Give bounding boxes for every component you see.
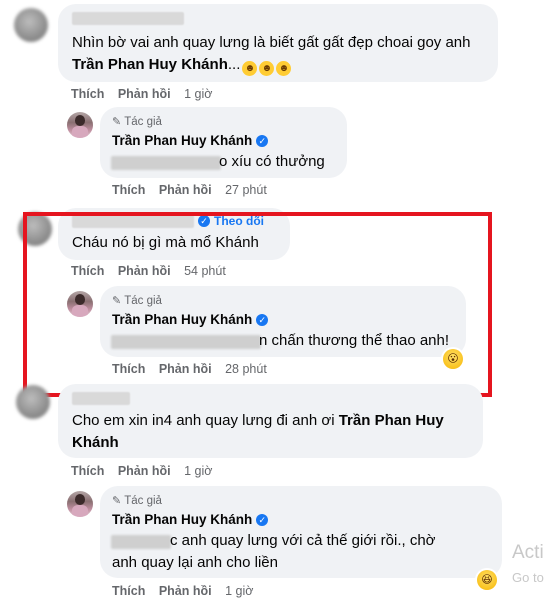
reply-text-line2: anh quay lại anh cho liền bbox=[112, 554, 278, 571]
commenter-name-redacted bbox=[72, 392, 130, 405]
comment-text: Nhìn bờ vai anh quay lưng là biết gất gấ… bbox=[72, 34, 471, 51]
author-avatar[interactable] bbox=[67, 112, 93, 138]
activation-watermark: Acti bbox=[512, 542, 544, 563]
verified-badge-icon: ✓ bbox=[256, 514, 269, 526]
reply-button[interactable]: Phản hồi bbox=[118, 87, 171, 101]
highlight-box bbox=[23, 212, 492, 397]
reply-button[interactable]: Phản hồi bbox=[159, 584, 212, 598]
author-badge: ✎ Tác giả bbox=[112, 495, 162, 507]
commenter-name-redacted bbox=[72, 12, 184, 25]
reply-timestamp[interactable]: 27 phút bbox=[225, 183, 267, 197]
grin-emoji-icon: ☻ bbox=[259, 61, 275, 76]
like-button[interactable]: Thích bbox=[71, 464, 104, 478]
comment-actions: Thích Phản hồi 1 giờ bbox=[71, 87, 212, 101]
reply-actions: Thích Phản hồi 1 giờ bbox=[112, 584, 253, 598]
mention-link[interactable]: Trần Phan Huy bbox=[339, 412, 444, 429]
comment-actions: Thích Phản hồi 1 giờ bbox=[71, 464, 212, 478]
verified-badge-icon: ✓ bbox=[256, 135, 269, 147]
comment-text: Cho em xin in4 anh quay lưng đi anh ơi T… bbox=[72, 412, 444, 429]
author-avatar[interactable] bbox=[67, 491, 93, 517]
grin-emoji-icon: ☻ bbox=[242, 61, 258, 76]
reply-button[interactable]: Phản hồi bbox=[118, 464, 171, 478]
comment-text-line2: Trần Phan Huy Khánh... ☻ ☻ ☻ bbox=[72, 54, 292, 76]
reply-text: c anh quay lưng với cả thế giới rồi., ch… bbox=[170, 532, 436, 549]
like-button[interactable]: Thích bbox=[112, 584, 145, 598]
haha-emoji-icon: 😆 bbox=[477, 570, 497, 590]
commenter-avatar[interactable] bbox=[16, 385, 50, 419]
redacted-text bbox=[111, 156, 221, 170]
like-button[interactable]: Thích bbox=[71, 87, 104, 101]
grin-emoji-icon: ☻ bbox=[276, 61, 292, 76]
reply-text: o xíu có thưởng bbox=[219, 153, 325, 170]
author-badge: ✎ Tác giả bbox=[112, 116, 162, 128]
pencil-icon: ✎ bbox=[112, 495, 122, 507]
mention-link[interactable]: Trần Phan Huy Khánh bbox=[72, 56, 228, 73]
reply-actions: Thích Phản hồi 27 phút bbox=[112, 183, 267, 197]
activation-watermark-sub: Go to bbox=[512, 570, 544, 585]
reply-button[interactable]: Phản hồi bbox=[159, 183, 212, 197]
comment-timestamp[interactable]: 1 giờ bbox=[184, 464, 212, 478]
comment-timestamp[interactable]: 1 giờ bbox=[184, 87, 212, 101]
commenter-avatar[interactable] bbox=[14, 8, 48, 42]
reply-timestamp[interactable]: 1 giờ bbox=[225, 584, 253, 598]
author-name[interactable]: Trần Phan Huy Khánh ✓ bbox=[112, 133, 269, 148]
pencil-icon: ✎ bbox=[112, 116, 122, 128]
like-button[interactable]: Thích bbox=[112, 183, 145, 197]
redacted-text bbox=[111, 535, 171, 549]
author-name[interactable]: Trần Phan Huy Khánh ✓ bbox=[112, 512, 269, 527]
mention-link-line2[interactable]: Khánh bbox=[72, 432, 119, 453]
